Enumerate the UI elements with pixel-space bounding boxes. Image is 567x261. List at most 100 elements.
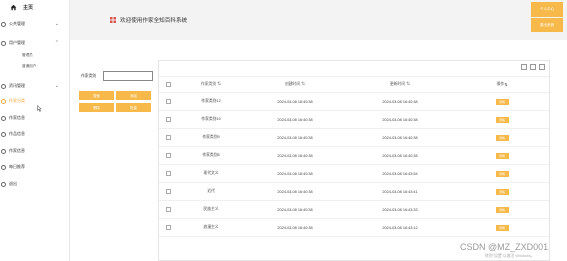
- sidebar-item-label: 作家信息: [9, 148, 25, 153]
- table-row: 近代 2024-03-08 16:40:38 2024-03-08 16:43:41…: [159, 183, 549, 201]
- cell-created: 2024-03-08 16:40:38: [277, 135, 313, 140]
- menu-circle-icon: [1, 21, 6, 27]
- chevron-icon: ⌄: [54, 83, 59, 89]
- menu-circle-icon: [1, 98, 6, 104]
- chevron-icon: ⌃: [54, 40, 59, 46]
- cell-updated: 2024-03-08 16:40:38: [382, 153, 418, 158]
- add-button[interactable]: 添加: [116, 91, 151, 100]
- row-checkbox[interactable]: [165, 207, 171, 212]
- sidebar-item-label: 作家分类: [9, 98, 25, 103]
- menu-circle-icon: [1, 83, 6, 89]
- grid-view-icon[interactable]: [521, 64, 527, 70]
- detail-button[interactable]: 详情: [495, 116, 509, 123]
- grid-icon: [110, 17, 116, 23]
- detail-button[interactable]: 详情: [495, 224, 509, 231]
- detail-button[interactable]: 详情: [495, 152, 509, 159]
- table-row: 作家类别12 2024-03-08 16:40:38 2024-03-08 16:4…: [159, 93, 549, 111]
- sidebar-item-label: 资讯管理: [9, 83, 25, 88]
- cell-updated: 2024-03-08 16:43:12: [382, 225, 418, 230]
- category-search-input[interactable]: [103, 71, 153, 81]
- cell-category: 近代: [207, 189, 215, 193]
- sidebar-subitem[interactable]: 管理员: [22, 53, 33, 58]
- cell-created: 2024-03-08 16:40:38: [277, 153, 313, 158]
- detail-button[interactable]: 详情: [495, 188, 509, 195]
- cell-created: 2024-03-08 16:40:38: [277, 117, 313, 122]
- sidebar-subitem[interactable]: 普通用户: [22, 64, 36, 69]
- menu-circle-icon: [1, 148, 6, 154]
- sidebar-item[interactable]: 公共管理 ⌄: [0, 18, 70, 30]
- table-row: 民族主义 2024-03-08 16:40:38 2024-03-08 16:43:…: [159, 201, 549, 219]
- sidebar-item[interactable]: 资讯管理 ⌄: [0, 80, 70, 92]
- row-checkbox[interactable]: [165, 189, 171, 194]
- row-checkbox[interactable]: [165, 135, 171, 140]
- sidebar-item[interactable]: 作家信息: [0, 112, 70, 124]
- delete-button[interactable]: 删除: [79, 103, 114, 112]
- menu-circle-icon: [1, 131, 6, 137]
- select-all-checkbox[interactable]: [165, 82, 171, 87]
- cell-category: 作家类别9: [202, 135, 220, 139]
- detail-button[interactable]: 详情: [495, 170, 509, 177]
- column-header-category[interactable]: 作家类别 ⇅: [177, 82, 245, 87]
- cell-category: 现代文义: [203, 171, 219, 175]
- sidebar-item[interactable]: 作家分类: [0, 95, 70, 107]
- row-checkbox[interactable]: [165, 153, 171, 158]
- search-panel: 作家类别 搜索 添加 删除 批量: [76, 64, 156, 120]
- cell-updated: 2024-03-08 16:40:38: [382, 117, 418, 122]
- export-icon[interactable]: [539, 64, 545, 70]
- search-button[interactable]: 搜索: [79, 91, 114, 100]
- sidebar-item[interactable]: 作品信息: [0, 128, 70, 140]
- sidebar-item-label: 作家信息: [9, 115, 25, 120]
- sidebar-item-label: 作品信息: [9, 131, 25, 136]
- row-checkbox[interactable]: [165, 99, 171, 104]
- detail-button[interactable]: 详情: [495, 134, 509, 141]
- cell-created: 2024-03-08 16:40:38: [277, 225, 313, 230]
- cell-updated: 2024-03-08 16:43:54: [382, 171, 418, 176]
- menu-circle-icon: [1, 181, 6, 187]
- sidebar-item[interactable]: 每日推荐: [0, 161, 70, 173]
- detail-button[interactable]: 详情: [495, 98, 509, 105]
- activation-notice: 转到"设置"以激活 Windows。: [485, 254, 535, 258]
- cell-category: 作家类别10: [201, 117, 221, 121]
- cell-category: 浪漫主义: [203, 225, 219, 229]
- row-checkbox[interactable]: [165, 117, 171, 122]
- cell-category: 民族主义: [203, 207, 219, 211]
- personal-center-button[interactable]: 个人中心: [531, 2, 563, 17]
- cell-created: 2024-03-08 16:40:38: [277, 99, 313, 104]
- cell-category: 作家类别8: [202, 153, 220, 157]
- sidebar-item-label: 每日推荐: [9, 164, 25, 169]
- data-table: 作家类别 ⇅ 创建时间 ⇅ 更新时间 ⇅ 操作 ⇅ 作家类别12 2024-03-…: [158, 60, 550, 261]
- table-row: 现代文义 2024-03-08 16:40:38 2024-03-08 16:43:…: [159, 165, 549, 183]
- chevron-icon: ⌄: [54, 21, 59, 27]
- row-checkbox[interactable]: [165, 171, 171, 176]
- sidebar-item[interactable]: 用户管理 ⌃: [0, 37, 70, 49]
- detail-button[interactable]: 详情: [495, 206, 509, 213]
- column-header-created[interactable]: 创建时间 ⇅: [245, 82, 345, 87]
- sidebar-item[interactable]: 作家信息: [0, 145, 70, 157]
- cell-updated: 2024-03-08 16:43:41: [382, 189, 418, 194]
- sidebar-item-label: 用户管理: [9, 40, 25, 45]
- cell-created: 2024-03-08 16:40:38: [277, 189, 313, 194]
- column-header-actions: 操作 ⇅: [496, 82, 508, 87]
- home-icon: [10, 4, 17, 10]
- sidebar-item-label: 退出: [9, 181, 17, 186]
- table-header: 作家类别 ⇅ 创建时间 ⇅ 更新时间 ⇅ 操作 ⇅: [159, 76, 549, 93]
- menu-circle-icon: [1, 40, 6, 46]
- row-checkbox[interactable]: [165, 225, 171, 230]
- menu-circle-icon: [1, 164, 6, 170]
- top-header: 欢迎使用作家全知百科系统 个人中心 退出系统: [70, 0, 567, 40]
- page-title: 欢迎使用作家全知百科系统: [120, 18, 188, 24]
- cell-created: 2024-03-08 16:40:38: [277, 207, 313, 212]
- table-row: 作家类别8 2024-03-08 16:40:38 2024-03-08 16:40…: [159, 147, 549, 165]
- sidebar-item[interactable]: 退出: [0, 178, 70, 190]
- cell-updated: 2024-03-08 16:43:33: [382, 207, 418, 212]
- exit-system-button[interactable]: 退出系统: [531, 18, 563, 32]
- table-row: 浪漫主义 2024-03-08 16:40:38 2024-03-08 16:43:…: [159, 219, 549, 237]
- search-label: 作家类别: [81, 74, 97, 78]
- print-icon[interactable]: [530, 64, 536, 70]
- home-link[interactable]: 主页: [0, 0, 69, 14]
- cell-category: 作家类别12: [201, 99, 221, 103]
- table-row: 作家类别10 2024-03-08 16:40:38 2024-03-08 16:4…: [159, 111, 549, 129]
- column-header-updated[interactable]: 更新时间 ⇅: [345, 82, 455, 87]
- batch-button[interactable]: 批量: [116, 103, 151, 112]
- watermark-text: CSDN @MZ_ZXD001: [460, 242, 549, 252]
